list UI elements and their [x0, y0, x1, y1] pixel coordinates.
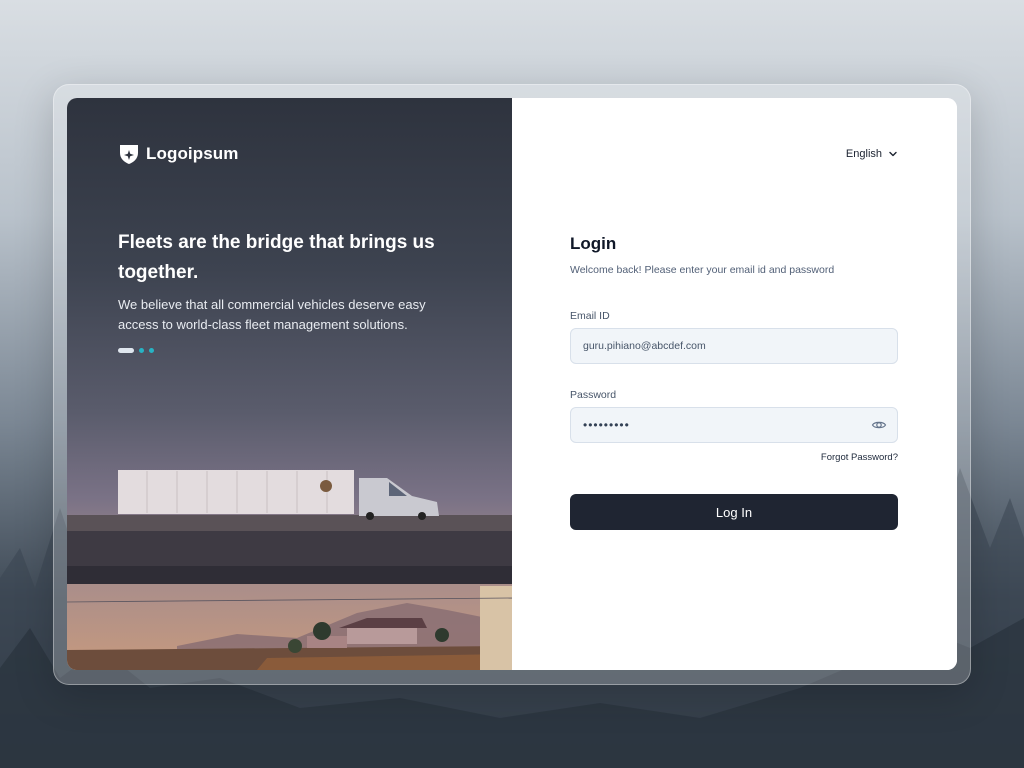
- language-label: English: [845, 148, 882, 160]
- brand-name: Logoipsum: [146, 144, 239, 163]
- email-input[interactable]: [581, 339, 887, 353]
- chevron-down-icon: [889, 151, 897, 157]
- truck-bridge-illustration: [67, 470, 512, 670]
- login-title: Login: [570, 234, 617, 253]
- password-label: Password: [570, 389, 617, 401]
- hero-subtitle: We believe that all commercial vehicles …: [118, 297, 426, 332]
- hero-panel: Logoipsum Fleets are the bridge that bri…: [67, 98, 512, 670]
- language-selector[interactable]: English: [846, 148, 898, 160]
- login-panel: English Login Welcome back! Please enter…: [512, 98, 957, 670]
- shield-star-icon: [120, 145, 138, 164]
- password-field-wrapper: [570, 407, 898, 443]
- carousel-dot-2[interactable]: [139, 348, 144, 353]
- carousel-dot-1[interactable]: [118, 348, 134, 353]
- email-label: Email ID: [570, 310, 610, 322]
- eye-icon[interactable]: [871, 417, 887, 433]
- email-field-wrapper: [570, 328, 898, 364]
- carousel-indicators: [118, 348, 154, 353]
- hero-title: Fleets are the bridge that brings us tog…: [118, 232, 435, 283]
- password-input[interactable]: [581, 417, 871, 433]
- forgot-password-link[interactable]: Forgot Password?: [821, 452, 898, 463]
- login-card: Logoipsum Fleets are the bridge that bri…: [67, 98, 957, 670]
- login-button[interactable]: Log In: [570, 494, 898, 530]
- carousel-dot-3[interactable]: [149, 348, 154, 353]
- brand-logo: Logoipsum: [118, 143, 239, 165]
- login-subtitle: Welcome back! Please enter your email id…: [570, 264, 835, 276]
